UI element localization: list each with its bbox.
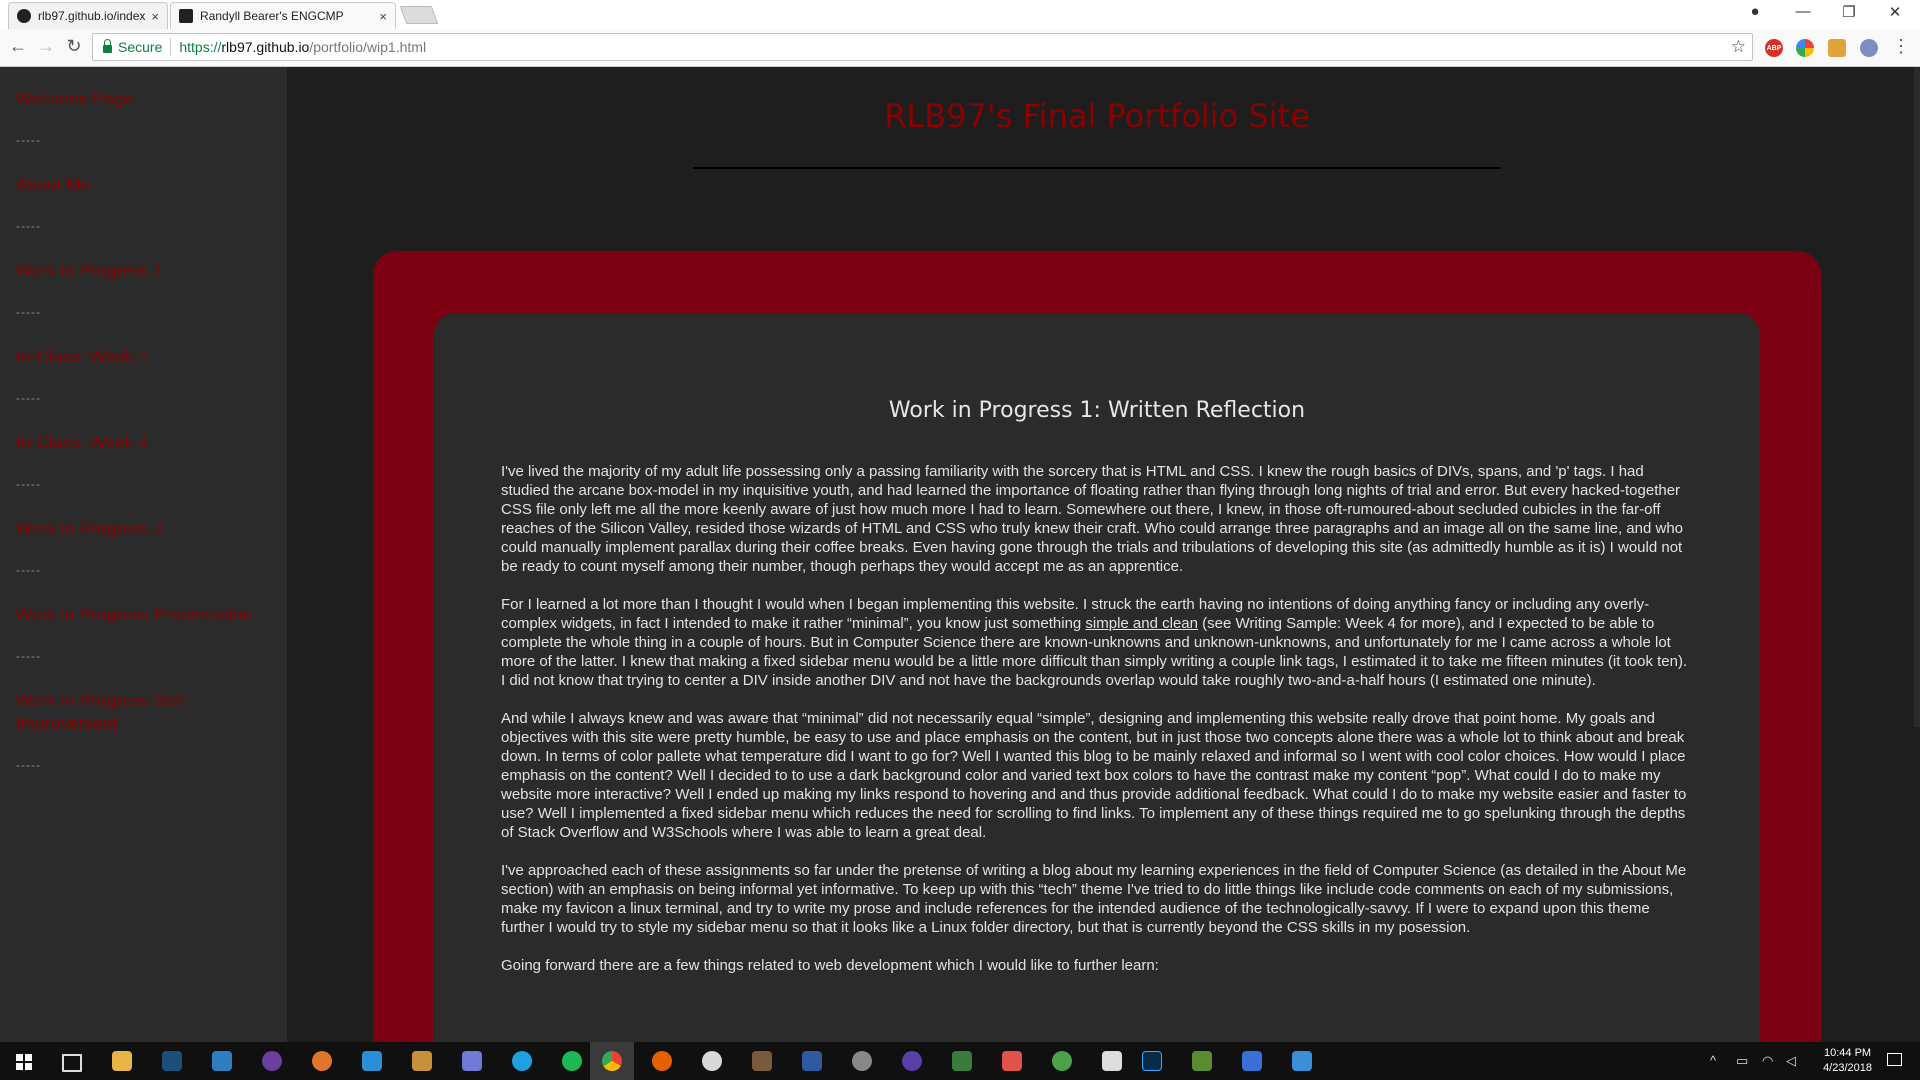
forward-icon[interactable]: → — [34, 36, 58, 57]
divider — [170, 38, 172, 56]
sidebar-separator: ----- — [16, 133, 41, 147]
spotify-icon[interactable] — [562, 1051, 582, 1071]
app-icon[interactable] — [952, 1051, 972, 1071]
address-bar[interactable]: Secure https:// rlb97.github.io /portfol… — [92, 33, 1753, 61]
skype-icon[interactable] — [512, 1051, 532, 1071]
discord-icon[interactable] — [462, 1051, 482, 1071]
minimize-icon[interactable]: — — [1788, 3, 1818, 20]
origin-icon[interactable] — [312, 1051, 332, 1071]
tab-title: rlb97.github.io/index.css — [38, 9, 146, 23]
tray-chevron-icon[interactable]: ^ — [1710, 1053, 1716, 1068]
sidebar-item-welcome[interactable]: Welcome Page — [16, 87, 266, 110]
sidebar-item-about[interactable]: About Me — [16, 173, 266, 196]
profile-icon[interactable]: ● — [1740, 3, 1770, 20]
restore-icon[interactable]: ❐ — [1834, 3, 1864, 21]
clock-time: 10:44 PM — [1823, 1047, 1872, 1059]
app-icon[interactable] — [262, 1051, 282, 1071]
game-icon[interactable] — [412, 1051, 432, 1071]
terminal-icon — [179, 9, 193, 23]
main-content: RLB97's Final Portfolio Site Work in Pro… — [287, 67, 1920, 1042]
tab-portfolio[interactable]: Randyll Bearer's ENGCMP × — [170, 2, 396, 29]
lock-icon — [103, 39, 112, 53]
close-window-icon[interactable]: ✕ — [1880, 3, 1910, 21]
app-icon[interactable] — [1052, 1051, 1072, 1071]
app-icon[interactable] — [902, 1051, 922, 1071]
sidebar-separator: ----- — [16, 758, 41, 772]
windows-start-icon[interactable] — [16, 1054, 32, 1070]
app-icon[interactable] — [852, 1051, 872, 1071]
menu-icon[interactable]: ⋮ — [1892, 36, 1910, 57]
volume-icon[interactable]: ◁ — [1786, 1053, 1796, 1069]
sidebar-separator: ----- — [16, 649, 41, 663]
article-title: Work in Progress 1: Written Reflection — [888, 397, 1306, 423]
article-body: I've lived the majority of my adult life… — [501, 462, 1693, 994]
notifications-icon[interactable] — [1887, 1053, 1902, 1066]
steam-icon[interactable] — [162, 1051, 182, 1071]
sidebar-separator: ----- — [16, 219, 41, 233]
sidebar-item-wip2[interactable]: Work in Progress 2 — [16, 517, 266, 540]
app-icon[interactable] — [1102, 1051, 1122, 1071]
secure-label: Secure — [118, 39, 163, 55]
uplay-icon[interactable] — [362, 1051, 382, 1071]
chrome-icon[interactable] — [602, 1051, 622, 1071]
sidebar-item-week1[interactable]: In-Class: Week 1 — [16, 345, 266, 368]
browser-tab-strip: rlb97.github.io/index.css × Randyll Bear… — [0, 0, 1920, 29]
tab-title: Randyll Bearer's ENGCMP — [200, 9, 344, 23]
sidebar-separator: ----- — [16, 563, 41, 577]
github-icon — [17, 9, 31, 23]
wifi-icon[interactable]: ◠ — [1762, 1053, 1773, 1069]
url-scheme: https:// — [179, 39, 222, 55]
minecraft-icon[interactable] — [1192, 1051, 1212, 1071]
sidebar-menu: Welcome Page ----- About Me ----- Work i… — [0, 67, 287, 1042]
file-explorer-icon[interactable] — [112, 1051, 132, 1071]
sidebar-item-week4[interactable]: In-Class: Week 4 — [16, 431, 266, 454]
new-tab-button[interactable] — [399, 6, 439, 24]
sidebar-separator: ----- — [16, 305, 41, 319]
tab-close-icon[interactable]: × — [151, 9, 159, 24]
app-icon[interactable] — [1292, 1051, 1312, 1071]
photoshop-icon[interactable] — [1142, 1051, 1162, 1071]
adblock-icon[interactable]: ABP — [1765, 39, 1783, 57]
extension-tool-icon[interactable] — [1828, 39, 1846, 57]
paragraph: For I learned a lot more than I thought … — [501, 595, 1693, 690]
text-box: Work in Progress 1: Written Reflection I… — [434, 313, 1760, 1042]
url-host: rlb97.github.io — [221, 39, 310, 55]
content-frame: Work in Progress 1: Written Reflection I… — [373, 251, 1821, 1042]
app-icon[interactable] — [1242, 1051, 1262, 1071]
paragraph: I've lived the majority of my adult life… — [501, 463, 1684, 575]
clock-date: 4/23/2018 — [1823, 1062, 1872, 1074]
back-icon[interactable]: ← — [6, 36, 30, 57]
league-icon[interactable] — [802, 1051, 822, 1071]
simple-and-clean-link[interactable]: simple and clean — [1085, 615, 1198, 632]
sidebar-separator: ----- — [16, 477, 41, 491]
sidebar-separator: ----- — [16, 391, 41, 405]
sidebar-item-wip1[interactable]: Work in Progress 1 — [16, 259, 266, 282]
visual-studio-icon[interactable] — [212, 1051, 232, 1071]
game-icon[interactable] — [752, 1051, 772, 1071]
tab-close-icon[interactable]: × — [379, 9, 387, 24]
reload-icon[interactable]: ↻ — [62, 36, 86, 57]
sidebar-item-wip-presentation[interactable]: Work in Progress Presentation — [16, 603, 266, 626]
windows-taskbar: ^ ▭ ◠ ◁ 10:44 PM 4/23/2018 — [0, 1042, 1920, 1080]
site-title: RLB97's Final Portfolio Site — [884, 97, 1310, 135]
sidebar-item-wip-self-improvement[interactable]: Work in Progress Self Improvement — [16, 689, 266, 735]
system-clock[interactable]: 10:44 PM 4/23/2018 — [1823, 1046, 1872, 1076]
paragraph: And while I always knew and was aware th… — [501, 710, 1687, 841]
paragraph: I've approached each of these assignment… — [501, 862, 1687, 936]
extension-color-icon[interactable] — [1796, 39, 1814, 57]
app-icon[interactable] — [1002, 1051, 1022, 1071]
page-scrollbar[interactable] — [1914, 67, 1920, 727]
star-icon[interactable]: ☆ — [1731, 37, 1746, 57]
app-icon[interactable] — [702, 1051, 722, 1071]
paragraph: Going forward there are a few things rel… — [501, 957, 1159, 974]
firefox-icon[interactable] — [652, 1051, 672, 1071]
tab-index-css[interactable]: rlb97.github.io/index.css × — [8, 2, 168, 29]
extension-face-icon[interactable] — [1860, 39, 1878, 57]
task-view-icon[interactable] — [62, 1054, 82, 1072]
browser-toolbar: ← → ↻ Secure https:// rlb97.github.io /p… — [0, 29, 1920, 67]
url-path: /portfolio/wip1.html — [309, 39, 427, 55]
battery-icon[interactable]: ▭ — [1736, 1053, 1748, 1069]
title-divider — [693, 167, 1500, 169]
